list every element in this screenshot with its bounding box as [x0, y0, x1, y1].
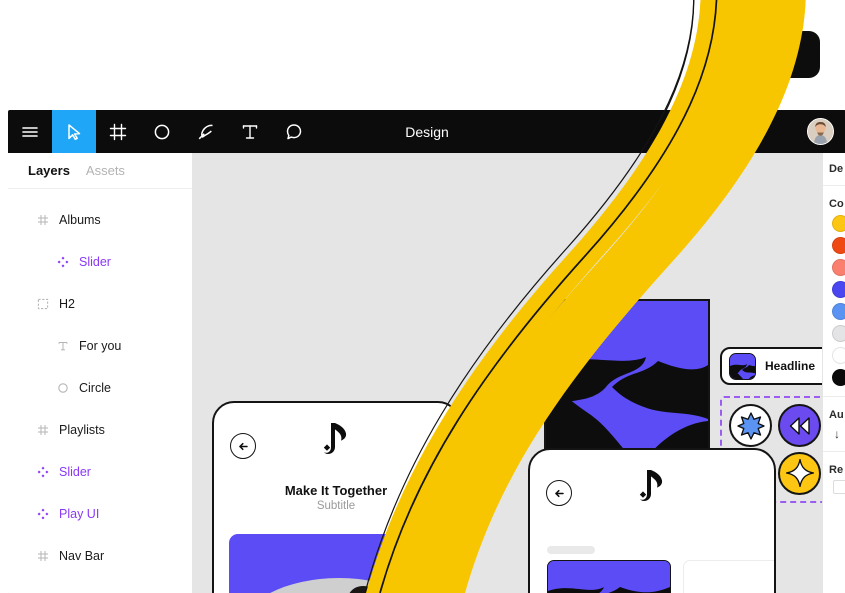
- color-swatch-white[interactable]: [832, 347, 845, 364]
- headline-card[interactable]: Headline: [720, 347, 822, 385]
- divider: [823, 396, 845, 397]
- app-toolbar: Design: [8, 110, 845, 153]
- color-swatch-yellow[interactable]: [832, 215, 845, 232]
- back-button[interactable]: [546, 480, 572, 506]
- tab-layers[interactable]: Layers: [28, 163, 70, 178]
- menu-icon[interactable]: [8, 110, 52, 153]
- layer-label: Slider: [59, 465, 91, 479]
- frame-icon: [36, 550, 49, 563]
- thumbnail-artwork: [548, 561, 670, 593]
- tab-assets[interactable]: Assets: [86, 163, 125, 178]
- divider: [823, 451, 845, 452]
- layer-row[interactable]: Slider: [8, 241, 192, 283]
- layer-row[interactable]: For you: [8, 325, 192, 367]
- layer-row[interactable]: Play UI: [8, 493, 192, 535]
- file-title-label: Design: [405, 123, 449, 140]
- back-arrow-icon: [554, 489, 564, 497]
- user-avatar[interactable]: [807, 118, 834, 145]
- component-icon: [36, 508, 49, 521]
- auto-layout-label: Au: [829, 409, 844, 421]
- text-icon[interactable]: [228, 110, 272, 153]
- design-section: De: [823, 153, 845, 183]
- color-swatch-light-gray[interactable]: [832, 325, 845, 342]
- rewind-icon: [789, 417, 810, 435]
- ellipse-icon[interactable]: [140, 110, 184, 153]
- star-burst-icon: [736, 412, 765, 440]
- divider: [823, 185, 845, 186]
- headline-card-title: Headline: [765, 359, 816, 373]
- section-placeholder-bar: [547, 546, 595, 554]
- sparkle-icon: [785, 459, 814, 488]
- color-swatch-blue-violet[interactable]: [832, 281, 845, 298]
- color-swatch-black[interactable]: [832, 369, 845, 386]
- layer-row[interactable]: Albums: [8, 199, 192, 241]
- layer-label: Playlists: [59, 423, 105, 437]
- layer-label: Nav Bar: [59, 549, 105, 563]
- design-section-label: De: [829, 163, 844, 175]
- design-app-window: Design Layers Assets Albums Slider H2 Fo…: [8, 110, 845, 593]
- direction-arrow-icon[interactable]: ↓: [829, 421, 845, 441]
- frame-icon[interactable]: [96, 110, 140, 153]
- text-icon: [56, 340, 69, 353]
- layer-row[interactable]: H2: [8, 283, 192, 325]
- back-arrow-icon: [238, 442, 248, 450]
- layer-list: Albums Slider H2 For you Circle Playlist…: [8, 189, 192, 577]
- sign-up-label: Sign up: [734, 44, 796, 64]
- properties-panel: De Co Au ↓ Re: [822, 153, 845, 593]
- toggle-knob: [412, 492, 429, 509]
- layer-label: For you: [79, 339, 122, 353]
- video-thumbnail-card[interactable]: [547, 560, 671, 593]
- color-swatch-light-blue[interactable]: [832, 303, 845, 320]
- back-button[interactable]: [230, 433, 256, 459]
- layer-label: Play UI: [59, 507, 100, 521]
- layer-row[interactable]: Slider: [8, 451, 192, 493]
- sign-up-button[interactable]: Sign up: [710, 31, 820, 78]
- phone-toggle[interactable]: [408, 489, 448, 512]
- app-logo-icon: [320, 423, 352, 462]
- design-canvas[interactable]: Headline NEW!: [193, 153, 822, 593]
- group-icon: [36, 298, 49, 311]
- rewind-badge[interactable]: [778, 404, 821, 448]
- ellipse-icon: [56, 382, 69, 395]
- app-logo-icon: [636, 470, 668, 509]
- phone-mockup-player[interactable]: Make It Together Subtitle: [212, 401, 460, 593]
- star-burst-badge[interactable]: [729, 404, 772, 448]
- resizing-label: Re: [829, 464, 844, 476]
- layers-panel: Layers Assets Albums Slider H2 For you C…: [8, 153, 193, 593]
- panel-tabs: Layers Assets: [8, 153, 192, 189]
- layer-row[interactable]: Nav Bar: [8, 535, 192, 577]
- empty-card[interactable]: [683, 560, 774, 593]
- resizing-field[interactable]: [833, 480, 845, 494]
- layer-row[interactable]: Playlists: [8, 409, 192, 451]
- person-photo: [349, 586, 378, 593]
- sparkle-badge[interactable]: [778, 451, 821, 495]
- pen-icon[interactable]: [184, 110, 228, 153]
- comment-icon[interactable]: [272, 110, 316, 153]
- component-icon: [36, 466, 49, 479]
- color-swatch-salmon[interactable]: [832, 259, 845, 276]
- resizing-section: Re: [823, 454, 845, 502]
- move-icon[interactable]: [52, 110, 96, 153]
- layer-label: Circle: [79, 381, 111, 395]
- phone-hero-image: [229, 534, 447, 593]
- headline-thumbnail: [729, 352, 756, 380]
- phone-mockup-browse[interactable]: [528, 448, 776, 593]
- component-icon: [56, 256, 69, 269]
- abstract-artwork: [546, 301, 708, 463]
- layer-label: Albums: [59, 213, 101, 227]
- colors-section: Co: [823, 188, 845, 394]
- color-swatch-orange-red[interactable]: [832, 237, 845, 254]
- screen-root: Sign up Design Layers Assets Albums Slid…: [0, 0, 845, 593]
- colors-section-label: Co: [829, 198, 844, 210]
- layer-label: H2: [59, 297, 75, 311]
- album-art-square[interactable]: [544, 299, 710, 465]
- frame-icon: [36, 214, 49, 227]
- auto-layout-section: Au ↓: [823, 399, 845, 449]
- layer-row[interactable]: Circle: [8, 367, 192, 409]
- frame-icon: [36, 424, 49, 437]
- layer-label: Slider: [79, 255, 111, 269]
